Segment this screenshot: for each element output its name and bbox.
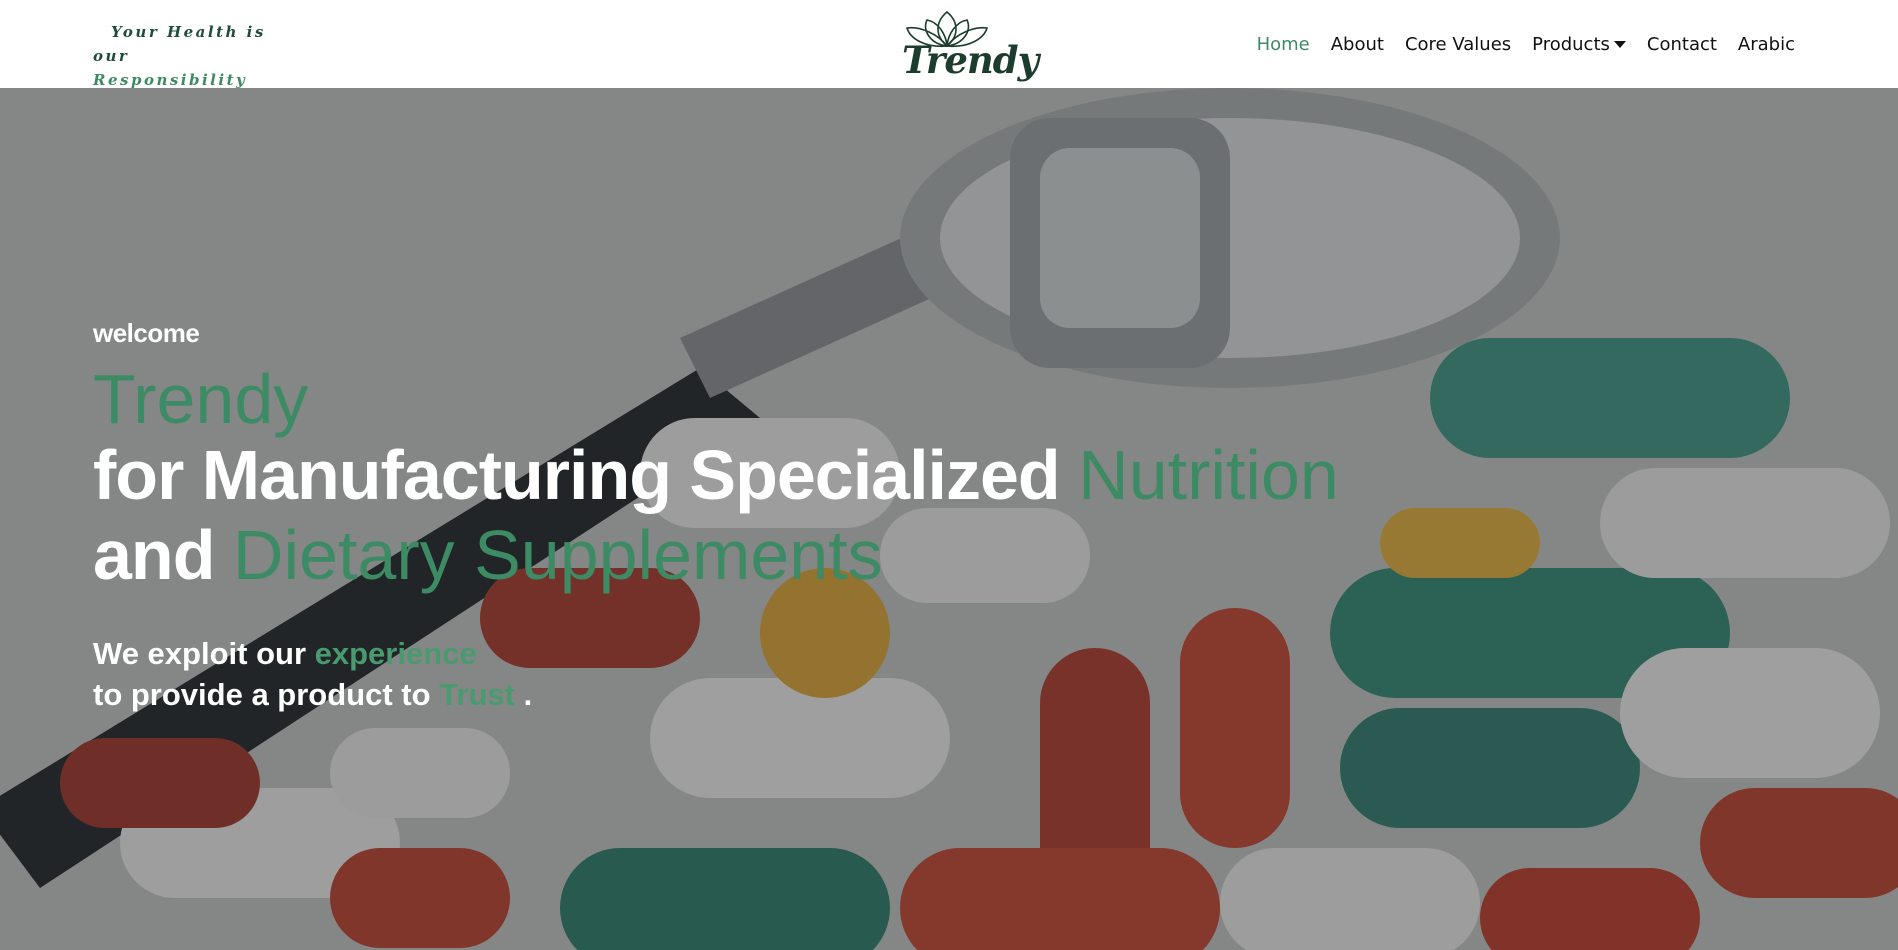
hero-section: welcome Trendy for Manufacturing Special… — [0, 88, 1898, 950]
nav-contact[interactable]: Contact — [1647, 34, 1717, 55]
tagline-line2-prefix: our — [93, 47, 130, 65]
tagline: Your Health is our Responsibility — [93, 20, 283, 92]
site-header: Your Health is our Responsibility Trendy… — [0, 0, 1898, 89]
nav-home-label: Home — [1256, 34, 1310, 55]
headline-highlight2: Dietary Supplements — [232, 516, 883, 594]
nav-arabic-label: Arabic — [1737, 34, 1795, 55]
headline-part2: and — [93, 516, 215, 594]
headline-highlight1: Nutrition — [1078, 436, 1339, 514]
nav-products[interactable]: Products — [1532, 34, 1626, 55]
tagline-line2: our Responsibility — [93, 44, 283, 92]
subtitle-line2-suffix: . — [523, 677, 533, 712]
nav-products-label: Products — [1532, 34, 1610, 55]
subtitle-line1-prefix: We exploit our — [93, 636, 307, 671]
hero-content: welcome Trendy for Manufacturing Special… — [93, 318, 1339, 715]
nav-arabic[interactable]: Arabic — [1738, 34, 1795, 55]
welcome-label: welcome — [93, 318, 200, 348]
nav-core-values-label: Core Values — [1404, 34, 1512, 55]
nav-about[interactable]: About — [1331, 34, 1384, 55]
subtitle-line2-highlight: Trust — [439, 677, 515, 712]
subtitle-line1: We exploit our experience — [93, 633, 1339, 674]
headline-line2: and Dietary Supplements — [93, 515, 1339, 595]
hero-subtitle: We exploit our experience to provide a p… — [93, 633, 1339, 715]
nav-home[interactable]: Home — [1257, 34, 1310, 55]
subtitle-line1-highlight: experience — [314, 636, 477, 671]
subtitle-line2: to provide a product to Trust . — [93, 674, 1339, 715]
site-logo[interactable]: Trendy — [880, 8, 1039, 84]
logo-wordmark: Trendy — [902, 38, 1039, 82]
headline-part1: for Manufacturing Specialized — [93, 436, 1061, 514]
nav-contact-label: Contact — [1646, 34, 1717, 55]
caret-down-icon — [1613, 41, 1626, 48]
hero-headline: for Manufacturing Specialized Nutrition … — [93, 435, 1339, 595]
tagline-line1: Your Health is — [111, 23, 266, 41]
headline-line1: for Manufacturing Specialized Nutrition — [93, 435, 1339, 515]
hero-brand: Trendy — [93, 360, 309, 438]
main-nav: Home About Core Values Products Contact … — [1257, 34, 1795, 55]
nav-about-label: About — [1330, 34, 1384, 55]
tagline-line2-rest: Responsibility — [93, 71, 248, 89]
subtitle-line2-prefix: to provide a product to — [93, 677, 431, 712]
nav-core-values[interactable]: Core Values — [1405, 34, 1511, 55]
